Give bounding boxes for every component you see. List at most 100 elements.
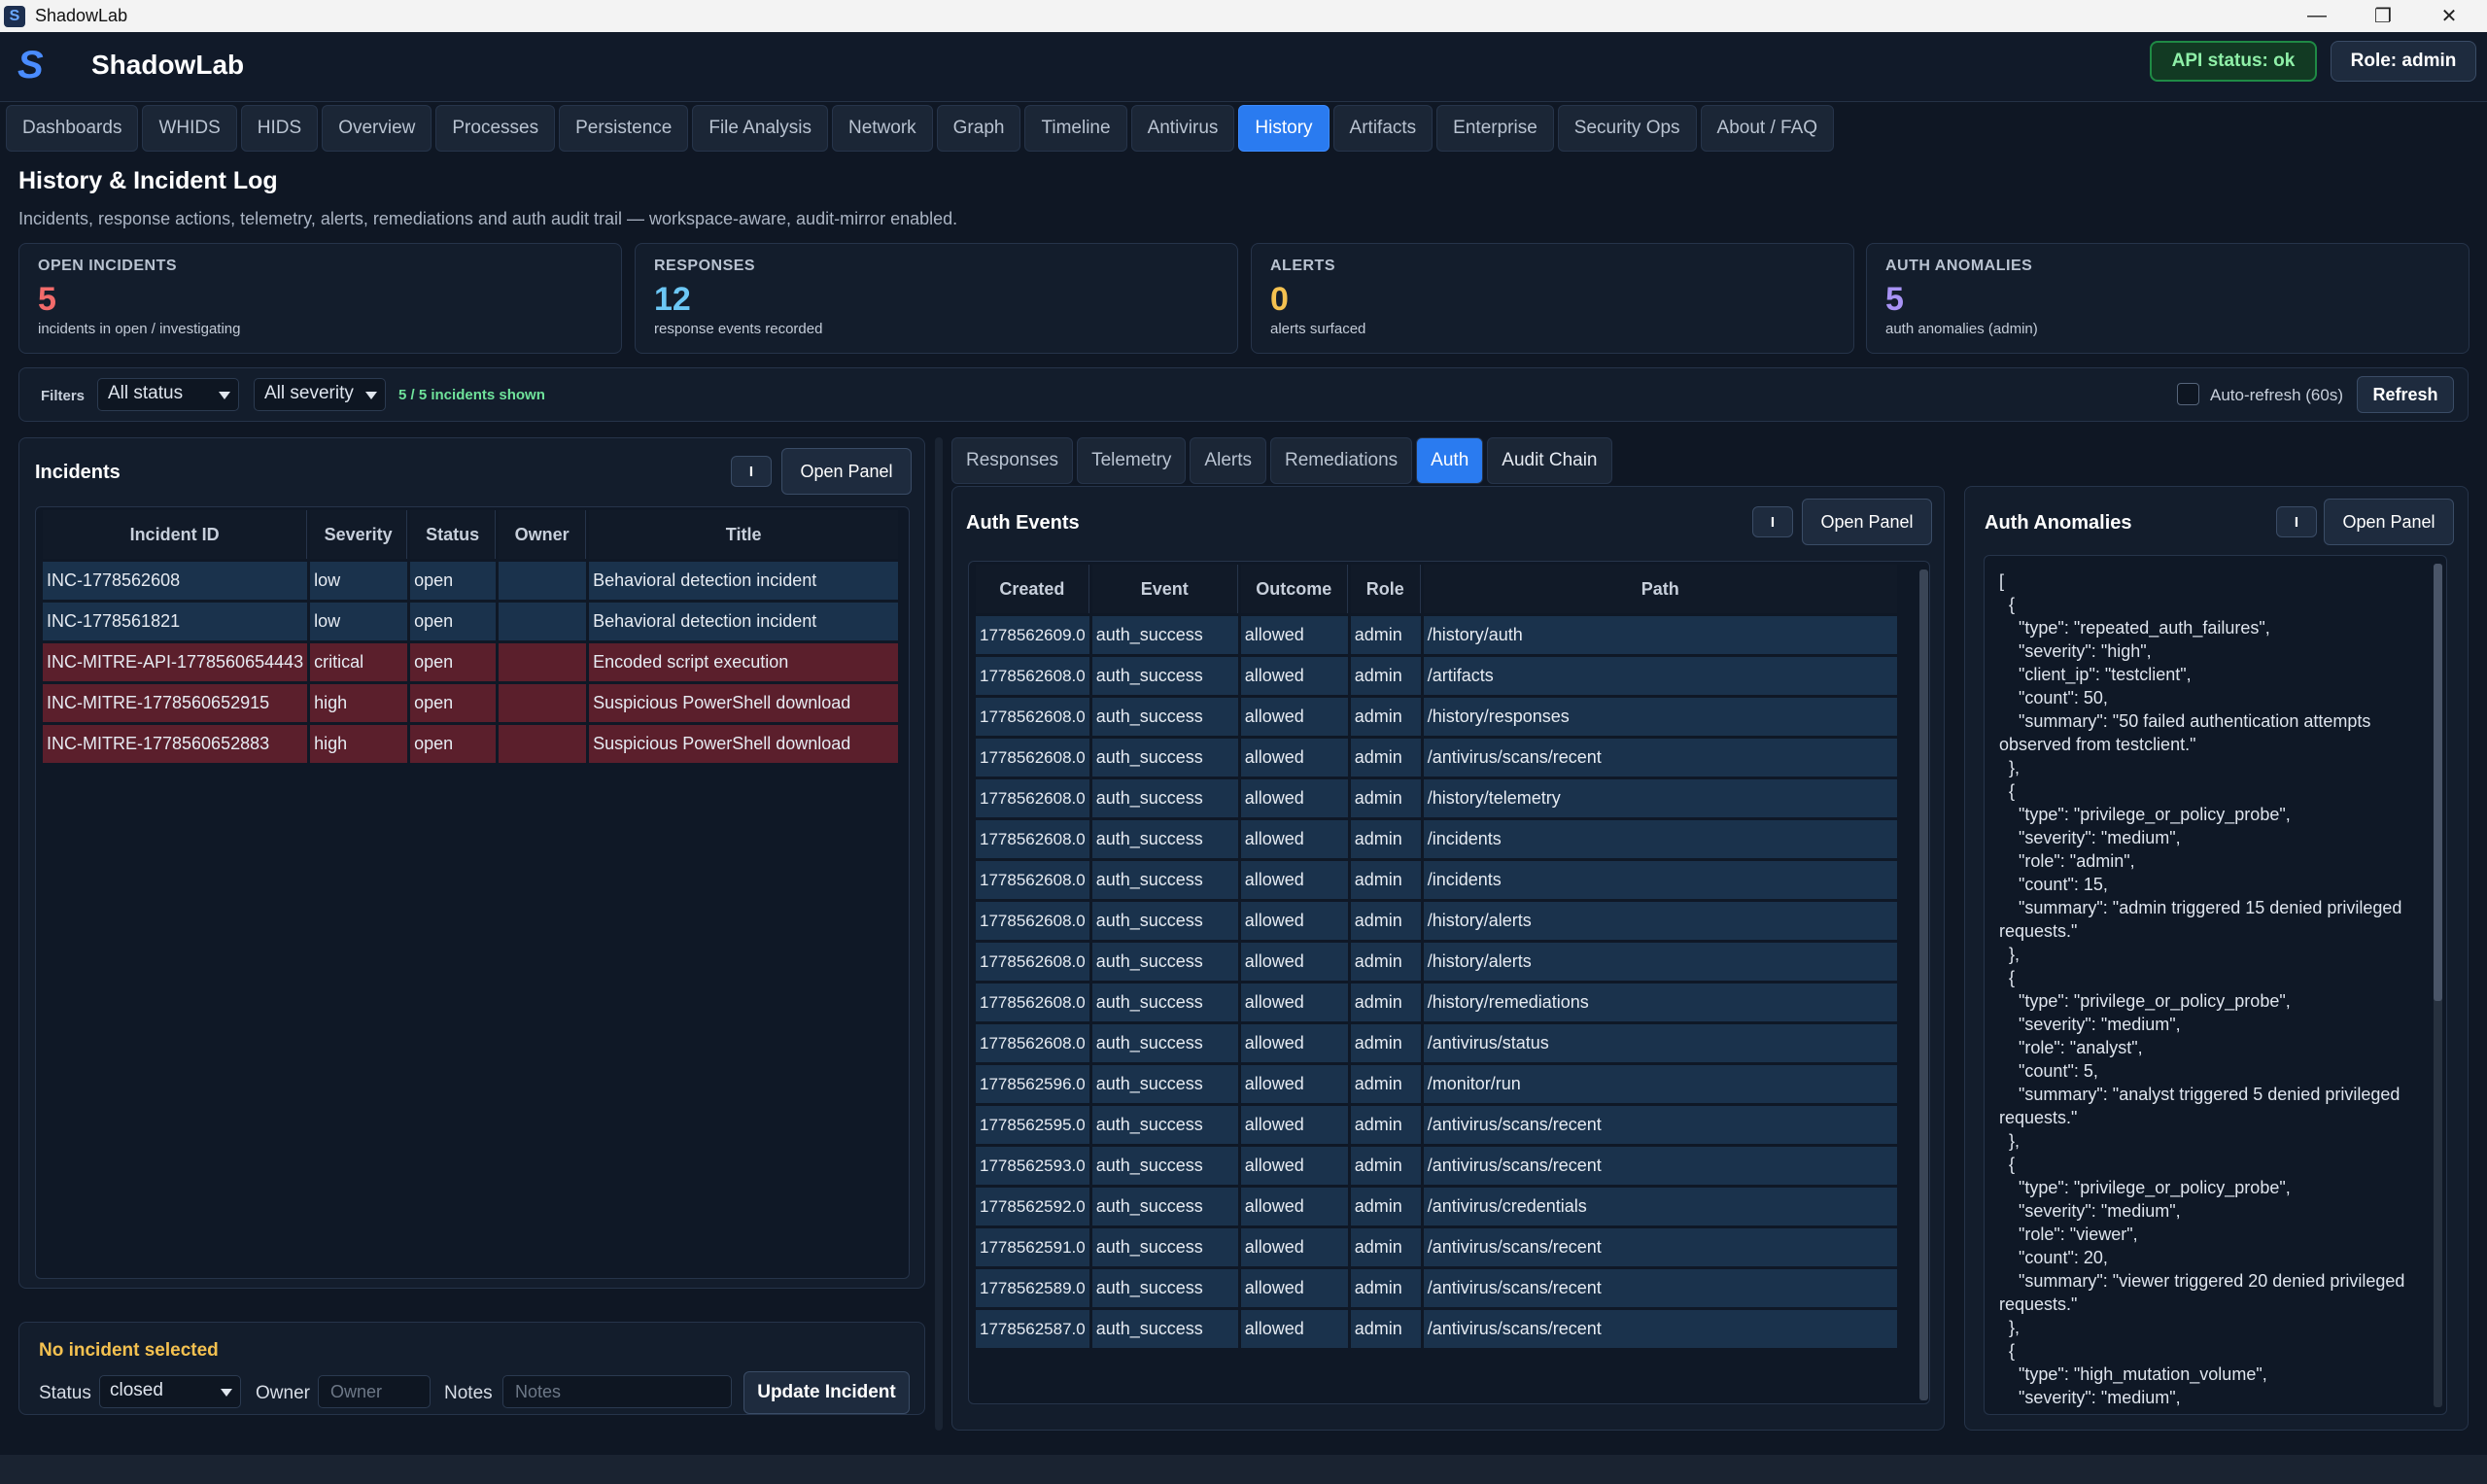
nav-tab-dashboards[interactable]: Dashboards <box>6 105 139 152</box>
nav-tab-enterprise[interactable]: Enterprise <box>1436 105 1554 152</box>
table-row[interactable]: 1778562608.0 auth_success allowed admin/his… <box>976 698 1897 736</box>
nav-tab-graph[interactable]: Graph <box>936 105 1021 152</box>
auto-refresh-checkbox[interactable] <box>2177 383 2199 405</box>
splitter-handle[interactable] <box>935 437 943 1431</box>
close-icon[interactable]: ✕ <box>2416 0 2482 32</box>
auth-role-cell: admin <box>1350 616 1421 654</box>
nav-tab-security-ops[interactable]: Security Ops <box>1557 105 1697 152</box>
auth-outcome-cell: allowed <box>1240 739 1348 777</box>
nav-tab-timeline[interactable]: Timeline <box>1024 105 1127 152</box>
notes-input[interactable]: Notes <box>502 1375 732 1408</box>
nav-tab-persistence[interactable]: Persistence <box>559 105 689 152</box>
nav-tab-whids[interactable]: WHIDS <box>142 105 237 152</box>
nav-tab-antivirus[interactable]: Antivirus <box>1130 105 1235 152</box>
filters-label: Filters <box>41 388 86 404</box>
auth-path-cell: /antivirus/scans/recent <box>1423 1228 1897 1266</box>
column-header[interactable]: Severity <box>310 510 408 559</box>
nav-tab-artifacts[interactable]: Artifacts <box>1332 105 1433 152</box>
auth-events-info-button[interactable]: I <box>1752 506 1793 537</box>
auth-outcome-cell: allowed <box>1240 1269 1348 1307</box>
column-header[interactable]: Incident ID <box>43 510 308 559</box>
table-row[interactable]: 1778562608.0 auth_success allowed admin/his… <box>976 902 1897 940</box>
auth-created-cell: 1778562593.0 <box>976 1147 1089 1185</box>
app-icon: S <box>4 5 25 27</box>
table-row[interactable]: 1778562591.0 auth_success allowed admin/ant… <box>976 1228 1897 1266</box>
incidents-table: Incident ID Severity Status Owner Title … <box>40 507 901 766</box>
nav-tab-about-faq[interactable]: About / FAQ <box>1700 105 1835 152</box>
table-row[interactable]: 1778562596.0 auth_success allowed admin/mon… <box>976 1065 1897 1103</box>
column-header[interactable]: Status <box>410 510 497 559</box>
auth-path-cell: /history/telemetry <box>1423 779 1897 817</box>
subtab-remediations[interactable]: Remediations <box>1270 437 1413 484</box>
auth-events-open-panel-button[interactable]: Open Panel <box>1802 499 1932 545</box>
table-row[interactable]: 1778562608.0 auth_success allowed admin/ant… <box>976 739 1897 777</box>
stat-alerts: ALERTS 0 alerts surfaced <box>1251 243 1854 354</box>
subtab-audit-chain[interactable]: Audit Chain <box>1487 437 1612 484</box>
table-row[interactable]: 1778562609.0 auth_success allowed admin/his… <box>976 616 1897 654</box>
severity-filter-select[interactable]: All severity <box>254 378 386 411</box>
table-row[interactable]: INC-MITRE-API-1778560654443 critical open E… <box>43 643 899 681</box>
auth-outcome-cell: allowed <box>1240 1147 1348 1185</box>
nav-tab-overview[interactable]: Overview <box>322 105 432 152</box>
refresh-button[interactable]: Refresh <box>2357 376 2454 413</box>
auth-outcome-cell: allowed <box>1240 1310 1348 1348</box>
subtab-responses[interactable]: Responses <box>951 437 1074 484</box>
table-row[interactable]: INC-MITRE-1778560652915 high open Suspiciou… <box>43 684 899 722</box>
table-row[interactable]: INC-MITRE-1778560652883 high open Suspiciou… <box>43 725 899 763</box>
column-header[interactable]: Owner <box>499 510 587 559</box>
column-header[interactable]: Outcome <box>1240 565 1348 613</box>
table-row[interactable]: 1778562608.0 auth_success allowed admin/inc… <box>976 820 1897 858</box>
auth-event-cell: auth_success <box>1091 820 1238 858</box>
table-row[interactable]: 1778562608.0 auth_success allowed admin/his… <box>976 779 1897 817</box>
nav-tab-history[interactable]: History <box>1238 105 1330 152</box>
column-header[interactable]: Created <box>976 565 1089 613</box>
incident-status-select[interactable]: closed <box>99 1375 241 1408</box>
nav-tab-processes[interactable]: Processes <box>435 105 556 152</box>
auth-events-table: Created Event Outcome Role Path 17785626… <box>973 562 1900 1351</box>
table-row[interactable]: 1778562589.0 auth_success allowed admin/ant… <box>976 1269 1897 1307</box>
table-row[interactable]: 1778562592.0 auth_success allowed admin/ant… <box>976 1188 1897 1225</box>
auth-event-cell: auth_success <box>1091 1188 1238 1225</box>
incidents-info-button[interactable]: I <box>731 456 772 487</box>
auth-created-cell: 1778562587.0 <box>976 1310 1089 1348</box>
auth-events-scrollbar[interactable] <box>1919 569 1928 1400</box>
auth-role-cell: admin <box>1350 984 1421 1021</box>
role-badge[interactable]: Role: admin <box>2331 41 2476 82</box>
minimize-icon[interactable]: — <box>2284 0 2350 32</box>
table-row[interactable]: 1778562595.0 auth_success allowed admin/ant… <box>976 1106 1897 1144</box>
nav-tab-file-analysis[interactable]: File Analysis <box>692 105 828 152</box>
column-header[interactable]: Role <box>1350 565 1421 613</box>
table-row[interactable]: INC-1778561821 low open Behavioral detectio… <box>43 603 899 640</box>
table-row[interactable]: 1778562587.0 auth_success allowed admin/ant… <box>976 1310 1897 1348</box>
table-row[interactable]: 1778562593.0 auth_success allowed admin/ant… <box>976 1147 1897 1185</box>
incident-title-cell: Encoded script execution <box>589 643 899 681</box>
nav-tab-hids[interactable]: HIDS <box>240 105 319 152</box>
restore-icon[interactable]: ❐ <box>2350 0 2416 32</box>
status-filter-select[interactable]: All status <box>97 378 239 411</box>
status-filter-value: All status <box>108 383 184 403</box>
subtab-auth[interactable]: Auth <box>1416 437 1484 484</box>
table-row[interactable]: 1778562608.0 auth_success allowed admin/art… <box>976 657 1897 695</box>
incidents-open-panel-button[interactable]: Open Panel <box>781 448 912 495</box>
column-header[interactable]: Path <box>1423 565 1897 613</box>
auth-anomalies-info-button[interactable]: I <box>2276 506 2317 537</box>
table-row[interactable]: 1778562608.0 auth_success allowed admin/ant… <box>976 1024 1897 1062</box>
table-row[interactable]: INC-1778562608 low open Behavioral detectio… <box>43 562 899 600</box>
owner-input[interactable]: Owner <box>318 1375 431 1408</box>
column-header[interactable]: Title <box>589 510 899 559</box>
table-row[interactable]: 1778562608.0 auth_success allowed admin/inc… <box>976 861 1897 899</box>
status-label: Status <box>39 1383 91 1403</box>
update-incident-button[interactable]: Update Incident <box>743 1371 910 1414</box>
subtab-telemetry[interactable]: Telemetry <box>1077 437 1187 484</box>
table-row[interactable]: 1778562608.0 auth_success allowed admin/his… <box>976 943 1897 981</box>
nav-tab-network[interactable]: Network <box>831 105 933 152</box>
stat-value: 5 <box>38 281 56 318</box>
column-header[interactable]: Event <box>1091 565 1238 613</box>
table-row[interactable]: 1778562608.0 auth_success allowed admin/his… <box>976 984 1897 1021</box>
auth-event-cell: auth_success <box>1091 1310 1238 1348</box>
auth-anomalies-open-panel-button[interactable]: Open Panel <box>2324 499 2454 545</box>
json-scrollbar-thumb[interactable] <box>2434 564 2442 1001</box>
auth-outcome-cell: allowed <box>1240 1065 1348 1103</box>
subtab-alerts[interactable]: Alerts <box>1190 437 1266 484</box>
stat-desc: incidents in open / investigating <box>38 321 241 337</box>
